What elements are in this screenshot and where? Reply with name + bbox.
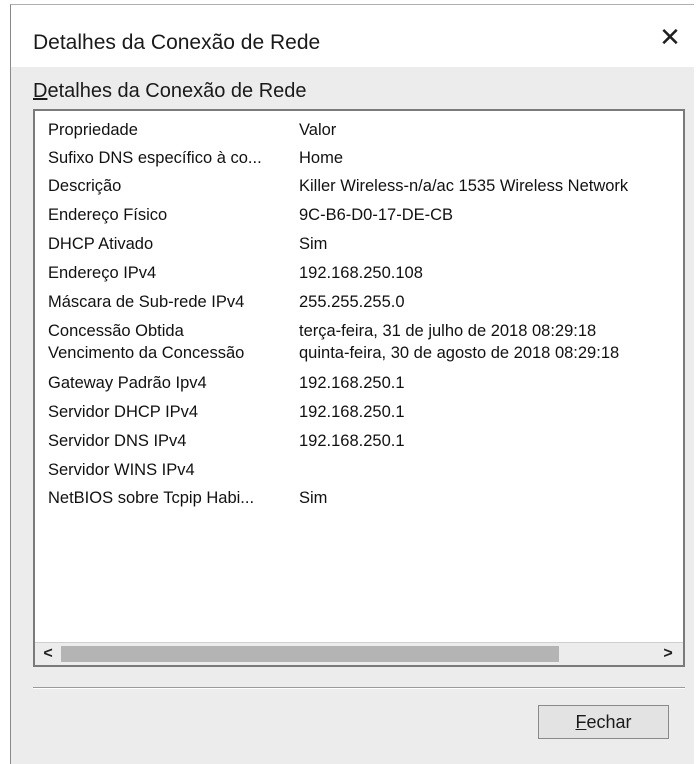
property-cell: Endereço IPv4 <box>48 264 157 282</box>
list-item[interactable]: Servidor DHCP IPv4 192.168.250.1 <box>35 403 683 429</box>
property-cell: Máscara de Sub-rede IPv4 <box>48 293 245 311</box>
property-cell: NetBIOS sobre Tcpip Habi... <box>48 489 255 507</box>
value-cell: 192.168.250.108 <box>299 264 423 282</box>
scroll-right-icon[interactable]: > <box>657 643 679 665</box>
value-cell: 255.255.255.0 <box>299 293 405 311</box>
value-cell: 192.168.250.1 <box>299 403 405 421</box>
value-cell: Killer Wireless-n/a/ac 1535 Wireless Net… <box>299 177 629 195</box>
property-cell: Servidor DHCP IPv4 <box>48 403 199 421</box>
property-cell: Gateway Padrão Ipv4 <box>48 374 207 392</box>
group-label: Detalhes da Conexão de Rede <box>33 80 307 103</box>
property-cell: Sufixo DNS específico à co... <box>48 149 262 167</box>
network-details-dialog: Detalhes da Conexão de Rede ✕ Detalhes d… <box>10 4 694 764</box>
column-header-property[interactable]: Propriedade <box>48 121 138 140</box>
list-header: Propriedade Valor <box>35 121 683 147</box>
details-list[interactable]: Propriedade Valor Sufixo DNS específico … <box>33 109 685 667</box>
horizontal-scrollbar[interactable]: < > <box>35 642 683 665</box>
list-item[interactable]: Máscara de Sub-rede IPv4 255.255.255.0 <box>35 293 683 319</box>
list-item[interactable]: NetBIOS sobre Tcpip Habi... Sim <box>35 489 683 515</box>
group-label-text: etalhes da Conexão de Rede <box>47 80 307 102</box>
close-button[interactable]: Fechar <box>538 705 669 739</box>
list-item[interactable]: Gateway Padrão Ipv4 192.168.250.1 <box>35 374 683 400</box>
column-header-value[interactable]: Valor <box>299 121 336 140</box>
value-cell: Home <box>299 149 344 167</box>
separator <box>33 687 685 689</box>
list-item[interactable]: Servidor WINS IPv4 <box>35 461 683 487</box>
list-item[interactable]: Endereço IPv4 192.168.250.108 <box>35 264 683 290</box>
close-button-label: echar <box>586 712 632 732</box>
scrollbar-thumb[interactable] <box>61 646 559 662</box>
value-cell: Sim <box>299 489 328 507</box>
value-cell: 9C-B6-D0-17-DE-CB <box>299 206 454 224</box>
property-cell: Vencimento da Concessão <box>48 344 245 362</box>
close-button-accelerator: F <box>575 712 587 732</box>
dialog-title: Detalhes da Conexão de Rede <box>33 31 321 54</box>
close-icon[interactable]: ✕ <box>652 19 688 55</box>
property-cell: Descrição <box>48 177 122 195</box>
property-cell: Servidor WINS IPv4 <box>48 461 195 479</box>
title-bar: Detalhes da Conexão de Rede ✕ <box>11 5 694 67</box>
list-item[interactable]: Descrição Killer Wireless-n/a/ac 1535 Wi… <box>35 177 683 203</box>
value-cell: Sim <box>299 235 328 253</box>
list-item[interactable]: Endereço Físico 9C-B6-D0-17-DE-CB <box>35 206 683 232</box>
value-cell: 192.168.250.1 <box>299 374 405 392</box>
list-item[interactable]: Servidor DNS IPv4 192.168.250.1 <box>35 432 683 458</box>
property-cell: Concessão Obtida <box>48 322 184 340</box>
property-cell: DHCP Ativado <box>48 235 154 253</box>
value-cell: quinta-feira, 30 de agosto de 2018 08:29… <box>299 344 620 362</box>
property-cell: Endereço Físico <box>48 206 168 224</box>
scroll-left-icon[interactable]: < <box>37 643 59 665</box>
group-label-accelerator: D <box>33 80 48 102</box>
value-cell: 192.168.250.1 <box>299 432 405 450</box>
list-item[interactable]: Sufixo DNS específico à co... Home <box>35 149 683 175</box>
list-item[interactable]: Vencimento da Concessão quinta-feira, 30… <box>35 344 683 370</box>
value-cell: terça-feira, 31 de julho de 2018 08:29:1… <box>299 322 597 340</box>
list-item[interactable]: DHCP Ativado Sim <box>35 235 683 261</box>
property-cell: Servidor DNS IPv4 <box>48 432 187 450</box>
